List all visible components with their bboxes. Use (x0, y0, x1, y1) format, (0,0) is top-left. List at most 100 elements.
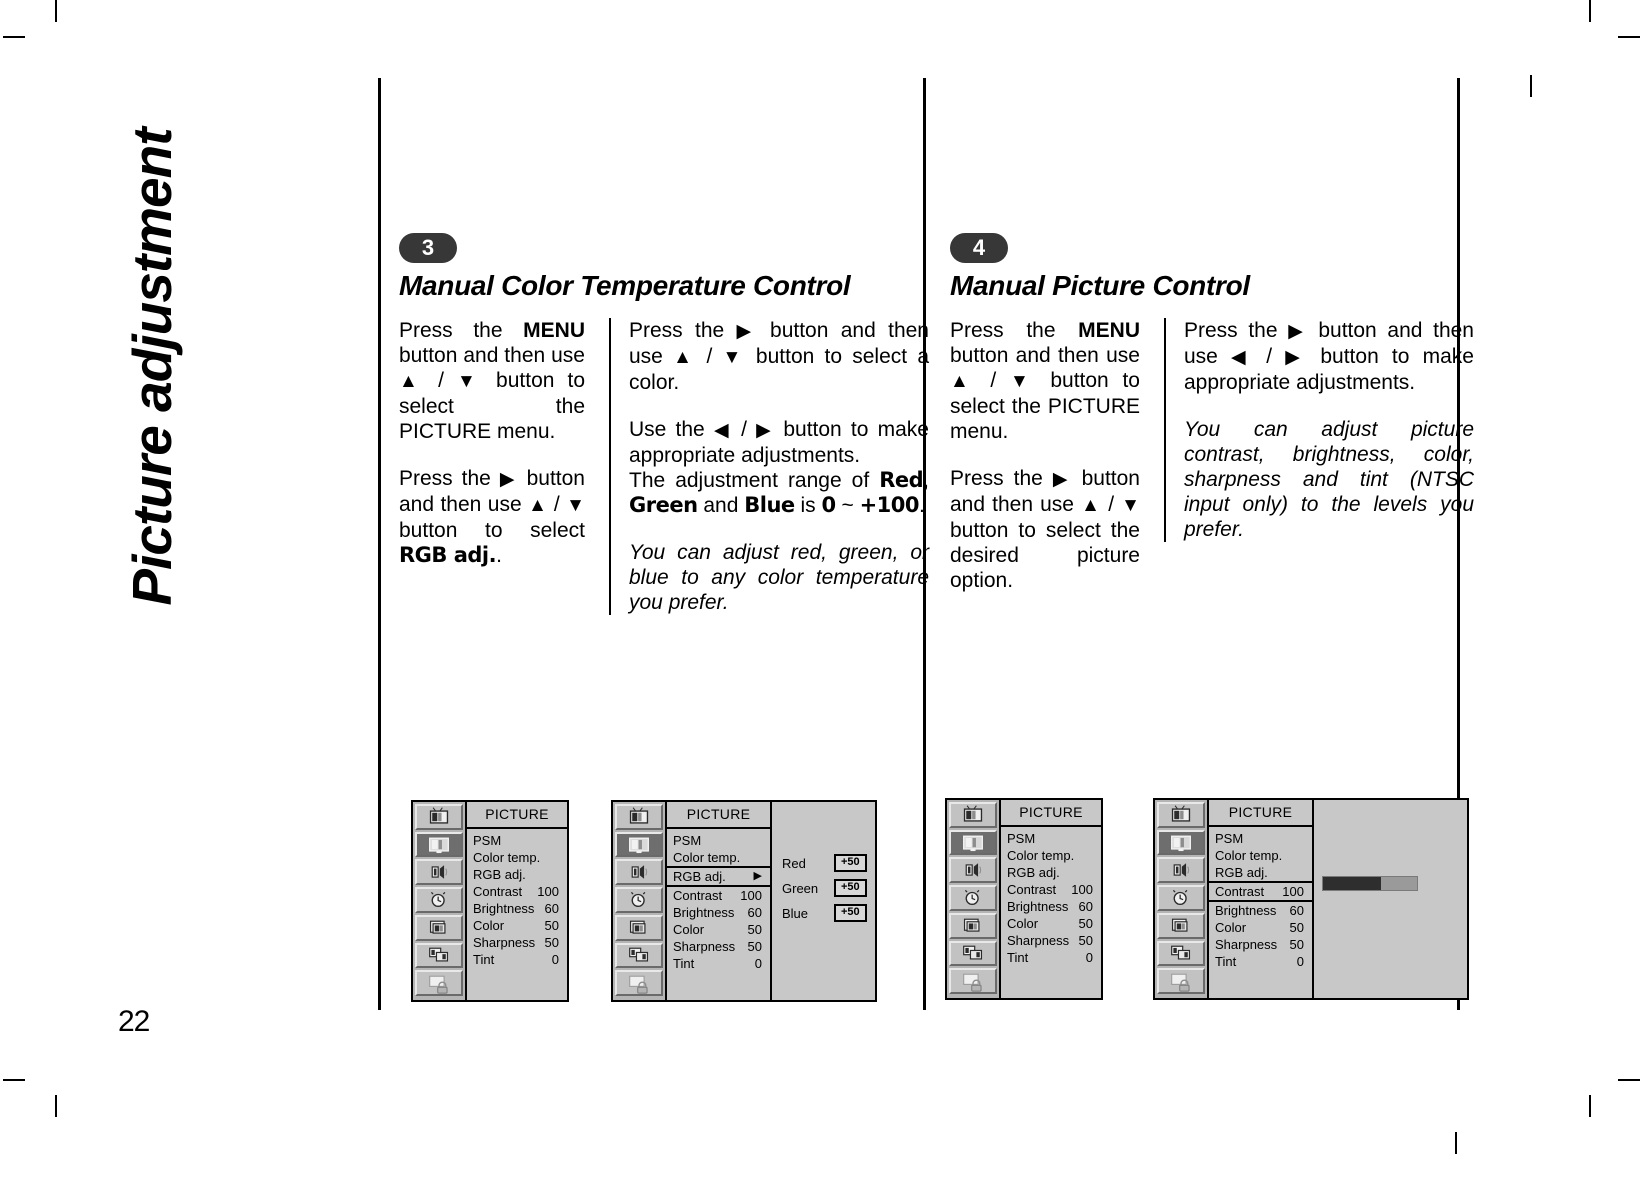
osd-clock-timer-icon[interactable] (415, 887, 463, 913)
osd-menu-item-color-temp[interactable]: Color temp. (1209, 847, 1312, 864)
osd-menu-item-value: 50 (1078, 933, 1093, 948)
osd-menu-item-value (1085, 848, 1093, 863)
osd-speaker-sound-icon[interactable] (1157, 857, 1205, 884)
osd-rgb-value: +50 (834, 904, 867, 922)
osd-rgb-row-green[interactable]: Green +50 (782, 879, 875, 897)
osd-pip-screen-icon[interactable] (949, 940, 997, 967)
osd-menu-item-contrast[interactable]: Contrast 100 (1001, 881, 1101, 898)
osd-menu-item-sharpness[interactable]: Sharpness 50 (467, 934, 567, 951)
osd-menu-item-color-temp[interactable]: Color temp. (1001, 847, 1101, 864)
osd-menu-item-psm[interactable]: PSM (667, 832, 770, 849)
instruction-column-3a: Press the MENU button and then use ▲ / ▼… (399, 318, 585, 568)
osd-clock-timer-icon[interactable] (949, 885, 997, 911)
osd-special-feature-icon[interactable] (615, 914, 663, 941)
osd-menu-item-label: Color (473, 918, 505, 933)
osd-menu-item-rgb-adj[interactable]: RGB adj. (1001, 864, 1101, 881)
osd-speaker-sound-icon[interactable] (949, 857, 997, 884)
osd-menu-item-brightness[interactable]: Brightness 60 (1001, 898, 1101, 915)
osd-menu-item-label: PSM (473, 833, 502, 848)
osd-menu-list: PSM Color temp. RGB adj. Contrast 100 Brightn… (1209, 827, 1312, 976)
osd-picture-tv-icon[interactable] (615, 831, 663, 858)
osd-menu-item-brightness[interactable]: Brightness 60 (1209, 902, 1312, 919)
osd-menu-item-value: 100 (537, 884, 559, 899)
osd-menu-item-color[interactable]: Color 50 (467, 917, 567, 934)
osd-menu-item-color[interactable]: Color 50 (1001, 915, 1101, 932)
osd-menu-item-sharpness[interactable]: Sharpness 50 (667, 938, 770, 955)
osd-menu-item-value: 0 (551, 952, 559, 967)
osd-menu-item-sharpness[interactable]: Sharpness 50 (1001, 932, 1101, 949)
osd-menu-item-color-temp[interactable]: Color temp. (467, 849, 567, 866)
osd-panel-title: PICTURE (667, 802, 770, 829)
osd-tv-station-icon[interactable] (1157, 802, 1205, 828)
osd-pip-screen-icon[interactable] (415, 942, 463, 969)
osd-menu-item-label: Color (1007, 916, 1039, 931)
osd-lock-screen-icon[interactable] (615, 970, 663, 996)
osd-picture-tv-icon[interactable] (949, 829, 997, 856)
osd-menu-item-sharpness[interactable]: Sharpness 50 (1209, 936, 1312, 953)
osd-speaker-sound-icon[interactable] (615, 859, 663, 886)
osd-picture-tv-icon[interactable] (415, 831, 463, 858)
osd-screenshot-picture-menu-basic: PICTURE PSM Color temp. RGB adj. Contrast 100… (411, 800, 569, 1002)
osd-menu-item-value (1296, 865, 1304, 880)
osd-special-feature-icon[interactable] (415, 914, 463, 941)
osd-menu-item-label: Color (1215, 920, 1247, 935)
osd-special-feature-icon[interactable] (1157, 912, 1205, 939)
osd-menu-item-label: Sharpness (673, 939, 736, 954)
osd-menu-list: PSM Color temp. RGB adj. ▶ Contrast 100 Bright… (667, 829, 770, 978)
osd-tv-station-icon[interactable] (615, 804, 663, 830)
osd-menu-item-label: Color temp. (473, 850, 541, 865)
osd-menu-item-value: 60 (544, 901, 559, 916)
osd-menu-item-contrast[interactable]: Contrast 100 (667, 887, 770, 904)
osd-rgb-row-red[interactable]: Red +50 (782, 854, 875, 872)
osd-menu-item-label: Contrast (473, 884, 523, 899)
osd-panel-title: PICTURE (467, 802, 567, 829)
osd-menu-item-rgb-adj[interactable]: RGB adj. ▶ (667, 866, 770, 887)
osd-menu-item-color-temp[interactable]: Color temp. (667, 849, 770, 866)
osd-special-feature-icon[interactable] (949, 912, 997, 939)
osd-menu-panel: PICTURE PSM Color temp. RGB adj. Contrast 100… (1209, 798, 1314, 1000)
osd-speaker-sound-icon[interactable] (415, 859, 463, 886)
osd-menu-item-contrast[interactable]: Contrast 100 (1209, 881, 1312, 902)
osd-menu-item-psm[interactable]: PSM (1001, 830, 1101, 847)
crop-mark-bottom-left-h (3, 1079, 25, 1081)
osd-menu-item-tint[interactable]: Tint 0 (667, 955, 770, 972)
osd-tv-station-icon[interactable] (415, 804, 463, 830)
osd-lock-screen-icon[interactable] (415, 970, 463, 996)
osd-clock-timer-icon[interactable] (1157, 885, 1205, 911)
instruction-paragraph: Press the ▶ button and then use ◀ / ▶ bu… (1184, 319, 1474, 394)
osd-contrast-slider[interactable] (1322, 876, 1418, 891)
instruction-paragraph: Press the MENU button and then use ▲ / ▼… (950, 319, 1140, 443)
osd-pip-screen-icon[interactable] (615, 942, 663, 969)
osd-menu-item-rgb-adj[interactable]: RGB adj. (467, 866, 567, 883)
osd-menu-item-tint[interactable]: Tint 0 (467, 951, 567, 968)
osd-lock-screen-icon[interactable] (949, 968, 997, 994)
osd-rgb-row-blue[interactable]: Blue +50 (782, 904, 875, 922)
osd-pip-screen-icon[interactable] (1157, 940, 1205, 967)
osd-menu-item-color[interactable]: Color 50 (1209, 919, 1312, 936)
osd-menu-item-rgb-adj[interactable]: RGB adj. (1209, 864, 1312, 881)
osd-menu-item-color[interactable]: Color 50 (667, 921, 770, 938)
osd-menu-item-value (551, 867, 559, 882)
osd-menu-item-label: Color (673, 922, 705, 937)
osd-menu-item-label: Brightness (1215, 903, 1277, 918)
crop-mark-top-right-h (1618, 36, 1640, 38)
osd-menu-item-brightness[interactable]: Brightness 60 (667, 904, 770, 921)
osd-menu-item-tint[interactable]: Tint 0 (1001, 949, 1101, 966)
instruction-paragraph: Press the MENU button and then use ▲ / ▼… (399, 319, 585, 443)
osd-menu-item-psm[interactable]: PSM (1209, 830, 1312, 847)
osd-rgb-label: Red (782, 855, 806, 871)
osd-menu-item-value: 50 (544, 918, 559, 933)
osd-menu-item-contrast[interactable]: Contrast 100 (467, 883, 567, 900)
osd-rgb-value: +50 (834, 879, 867, 897)
osd-clock-timer-icon[interactable] (615, 887, 663, 913)
osd-slider-panel (1314, 798, 1469, 1000)
osd-menu-item-psm[interactable]: PSM (467, 832, 567, 849)
osd-picture-tv-icon[interactable] (1157, 829, 1205, 856)
osd-menu-item-value: 60 (1078, 899, 1093, 914)
osd-menu-list: PSM Color temp. RGB adj. Contrast 100 Brightn… (1001, 827, 1101, 972)
osd-menu-item-tint[interactable]: Tint 0 (1209, 953, 1312, 970)
osd-panel-title: PICTURE (1209, 800, 1312, 827)
osd-menu-item-brightness[interactable]: Brightness 60 (467, 900, 567, 917)
osd-lock-screen-icon[interactable] (1157, 968, 1205, 994)
osd-tv-station-icon[interactable] (949, 802, 997, 828)
